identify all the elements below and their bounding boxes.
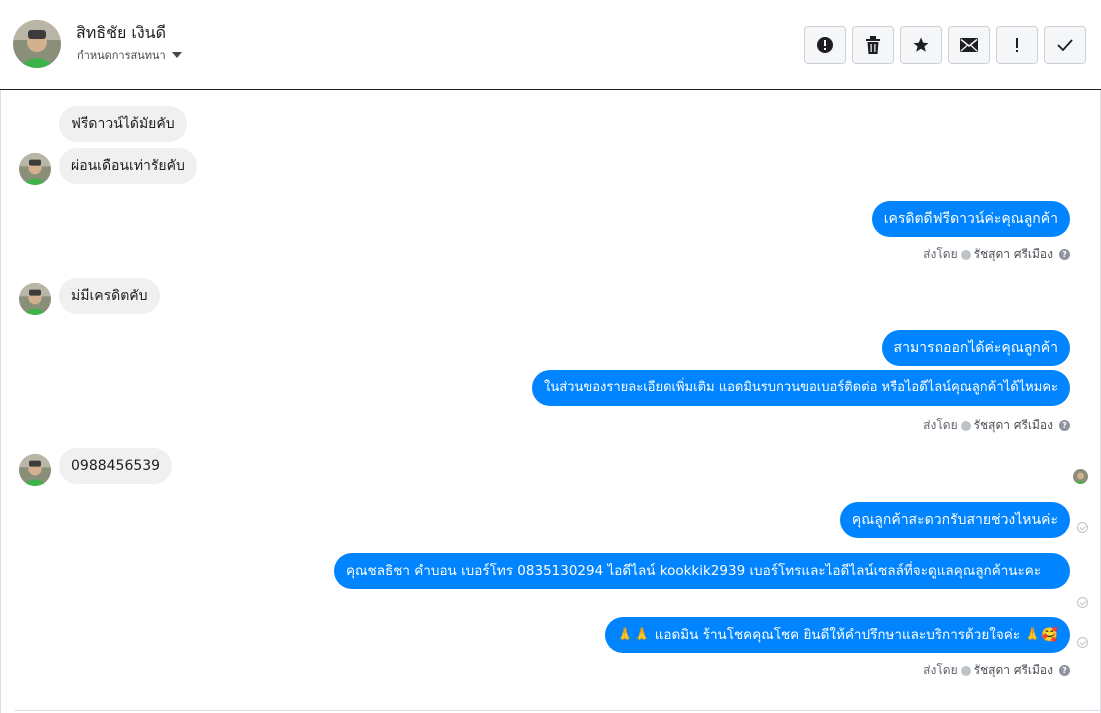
conversation-toolbar: [804, 26, 1086, 64]
incoming-message: ฟรีดาวน์ได้มัยคับ: [59, 106, 187, 142]
assign-conversation-dropdown[interactable]: กำหนดการสนทนา: [77, 46, 182, 64]
help-icon[interactable]: ?: [1059, 420, 1070, 431]
sender-avatar[interactable]: [19, 283, 51, 315]
checkmark-icon: [1057, 39, 1073, 51]
sent-by-name[interactable]: รัชสุดา ศรีเมือง: [974, 661, 1053, 680]
sent-by-name[interactable]: รัชสุดา ศรีเมือง: [974, 416, 1053, 435]
caret-down-icon: [171, 52, 182, 58]
delivered-check-icon: [1077, 522, 1088, 533]
star-icon: [913, 37, 929, 52]
page-badge-icon: [960, 420, 971, 431]
page-badge-icon: [960, 249, 971, 260]
page-badge-icon: [960, 665, 971, 676]
sent-by-line: ส่งโดย รัชสุดา ศรีเมือง ?: [923, 416, 1070, 435]
trash-icon: [866, 36, 880, 54]
mark-done-button[interactable]: [1044, 26, 1086, 64]
emoji-smile-hearts-icon: 🙏🥰: [1024, 627, 1058, 643]
sender-avatar[interactable]: [19, 454, 51, 486]
sent-by-prefix: ส่งโดย: [923, 663, 958, 677]
outgoing-message: คุณลูกค้าสะดวกรับสายช่วงไหนค่ะ: [839, 502, 1070, 538]
incoming-bubble[interactable]: ม่มีเครดิตคับ: [59, 278, 160, 314]
outgoing-bubble[interactable]: สามารถออกได้ค่ะคุณลูกค้า: [881, 330, 1070, 366]
sender-avatar[interactable]: [19, 153, 51, 185]
delivered-check-icon: [1077, 597, 1088, 608]
outgoing-bubble[interactable]: ในส่วนของรายละเอียดเพิ่มเติม แอดมินรบกวน…: [531, 370, 1070, 406]
delivered-check-icon: [1077, 637, 1088, 648]
outgoing-message: สามารถออกได้ค่ะคุณลูกค้า: [881, 330, 1070, 366]
sent-by-name[interactable]: รัชสุดา ศรีเมือง: [974, 245, 1053, 264]
assign-conversation-label: กำหนดการสนทนา: [77, 49, 166, 62]
outgoing-bubble[interactable]: คุณชลธิชา คำบอน เบอร์โทร 0835130294 ไอดี…: [334, 553, 1070, 589]
incoming-message: ผ่อนเดือนเท่ารัยคับ: [59, 148, 197, 184]
outgoing-message: 🙏🙏 แอดมิน ร้านโชคคุณโชค ยินดีให้คำปรึกษา…: [604, 617, 1070, 653]
help-icon[interactable]: ?: [1059, 249, 1070, 260]
mark-spam-button[interactable]: [804, 26, 846, 64]
contact-avatar[interactable]: [13, 20, 61, 68]
outgoing-bubble[interactable]: คุณลูกค้าสะดวกรับสายช่วงไหนค่ะ: [839, 502, 1070, 538]
composer-divider: [15, 710, 1101, 711]
contact-name: สิทธิชัย เงินดี: [76, 23, 167, 42]
spam-alert-icon: [817, 37, 833, 53]
incoming-bubble[interactable]: ผ่อนเดือนเท่ารัยคับ: [59, 148, 197, 184]
help-icon[interactable]: ?: [1059, 665, 1070, 676]
outgoing-bubble[interactable]: เครดิตดีฟรีดาวน์ค่ะคุณลูกค้า: [871, 201, 1070, 237]
sent-by-prefix: ส่งโดย: [923, 247, 958, 261]
mark-unread-button[interactable]: [948, 26, 990, 64]
emoji-pray-icon: 🙏🙏: [616, 627, 651, 643]
sent-by-line: ส่งโดย รัชสุดา ศรีเมือง ?: [923, 661, 1070, 680]
envelope-icon: [960, 38, 978, 52]
flag-button[interactable]: [996, 26, 1038, 64]
delete-button[interactable]: [852, 26, 894, 64]
conversation-header: สิทธิชัย เงินดี กำหนดการสนทนา: [0, 0, 1101, 90]
outgoing-message: เครดิตดีฟรีดาวน์ค่ะคุณลูกค้า: [871, 201, 1070, 237]
outgoing-bubble[interactable]: 🙏🙏 แอดมิน ร้านโชคคุณโชค ยินดีให้คำปรึกษา…: [604, 617, 1070, 653]
star-button[interactable]: [900, 26, 942, 64]
outgoing-message: คุณชลธิชา คำบอน เบอร์โทร 0835130294 ไอดี…: [334, 553, 1070, 589]
incoming-bubble[interactable]: 0988456539: [59, 448, 173, 484]
exclamation-icon: [1016, 38, 1018, 52]
incoming-message: 0988456539: [59, 448, 173, 484]
outgoing-text: แอดมิน ร้านโชคคุณโชค ยินดีให้คำปรึกษาและ…: [654, 627, 1021, 643]
sent-by-line: ส่งโดย รัชสุดา ศรีเมือง ?: [923, 245, 1070, 264]
outgoing-message: ในส่วนของรายละเอียดเพิ่มเติม แอดมินรบกวน…: [531, 370, 1070, 406]
incoming-message: ม่มีเครดิตคับ: [59, 278, 160, 314]
seen-avatar: [1073, 469, 1088, 484]
incoming-bubble[interactable]: ฟรีดาวน์ได้มัยคับ: [59, 106, 187, 142]
sent-by-prefix: ส่งโดย: [923, 418, 958, 432]
